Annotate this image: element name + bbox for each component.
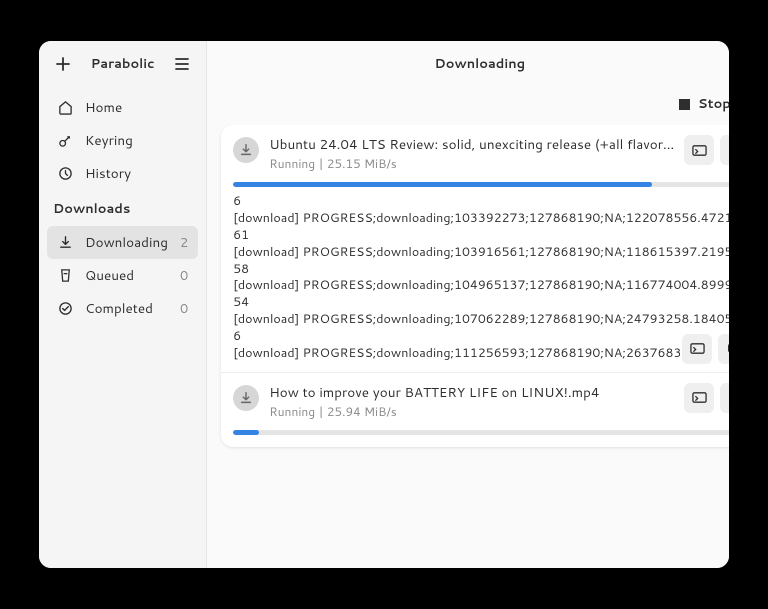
plus-icon [56,57,70,71]
sidebar-item-count: 2 [180,234,188,252]
app-title: Parabolic [85,55,160,73]
log-view-button[interactable] [682,334,712,364]
download-status: Running | 25.94 MiB/s [269,403,674,420]
copy-log-button[interactable] [718,334,729,364]
hamburger-icon [175,58,189,70]
add-button[interactable] [49,50,77,78]
home-icon [57,100,73,116]
app-window: Parabolic Home Keyring [39,41,729,568]
stop-icon [679,99,690,110]
menu-button[interactable] [168,50,196,78]
log-icon [692,390,707,405]
download-info: Ubuntu 24.04 LTS Review: solid, unexciti… [269,135,674,172]
sidebar-header: Parabolic [39,41,206,87]
log-line: 6 [233,193,729,210]
copy-icon [726,342,729,356]
sidebar-item-label: Downloading [85,233,168,252]
sidebar-item-label: Home [85,98,188,117]
main-header: Downloading [207,41,729,87]
download-item: Ubuntu 24.04 LTS Review: solid, unexciti… [221,125,729,372]
download-badge-icon [233,385,259,411]
main-panel: Downloading Stop All [207,41,729,568]
download-title: How to improve your BATTERY LIFE on LINU… [269,383,674,402]
stop-download-button[interactable] [720,135,729,165]
download-badge-icon [233,137,259,163]
sidebar-item-history[interactable]: History [47,157,198,190]
log-icon [692,143,707,158]
sidebar-item-label: Keyring [85,131,188,150]
toggle-log-button[interactable] [684,135,714,165]
log-line: [download] PROGRESS;downloading;10706228… [233,311,729,345]
log-line: [download] PROGRESS;downloading;11125659… [233,345,729,362]
log-icon [690,341,705,356]
sidebar-item-home[interactable]: Home [47,91,198,124]
download-item: How to improve your BATTERY LIFE on LINU… [221,372,729,447]
sidebar-nav-main: Home Keyring History [39,87,206,190]
log-line: [download] PROGRESS;downloading;10339227… [233,210,729,244]
sidebar-item-label: History [85,164,188,183]
queued-icon [57,268,73,284]
history-icon [57,166,73,182]
stop-all-label: Stop All [698,95,729,113]
download-info: How to improve your BATTERY LIFE on LINU… [269,383,674,420]
log-line: [download] PROGRESS;downloading;10496513… [233,277,729,311]
sidebar-item-label: Queued [85,266,168,285]
download-title: Ubuntu 24.04 LTS Review: solid, unexciti… [269,135,674,154]
sidebar-item-count: 0 [180,267,188,285]
page-title: Downloading [217,55,729,73]
sidebar-item-label: Completed [85,299,168,318]
key-icon [57,133,73,149]
download-header: Ubuntu 24.04 LTS Review: solid, unexciti… [233,135,729,172]
toolbar: Stop All [207,87,729,125]
stop-all-button[interactable]: Stop All [673,91,729,117]
sidebar-nav-downloads: Downloading 2 Queued 0 Completed 0 [39,222,206,325]
download-actions [684,383,729,413]
content-area: Ubuntu 24.04 LTS Review: solid, unexciti… [207,125,729,568]
download-list: Ubuntu 24.04 LTS Review: solid, unexciti… [221,125,729,447]
progress-bar [233,430,729,435]
sidebar-item-count: 0 [180,300,188,318]
toggle-log-button[interactable] [684,383,714,413]
sidebar-item-completed[interactable]: Completed 0 [47,292,198,325]
sidebar-item-queued[interactable]: Queued 0 [47,259,198,292]
sidebar-item-downloading[interactable]: Downloading 2 [47,226,198,259]
stop-download-button[interactable] [720,383,729,413]
download-header: How to improve your BATTERY LIFE on LINU… [233,383,729,420]
sidebar: Parabolic Home Keyring [39,41,207,568]
download-status: Running | 25.15 MiB/s [269,155,674,172]
download-icon [57,235,73,251]
log-actions [680,332,729,366]
sidebar-item-keyring[interactable]: Keyring [47,124,198,157]
completed-icon [57,301,73,317]
download-actions [684,135,729,165]
progress-fill [233,430,259,435]
downloads-section-title: Downloads [39,190,206,222]
log-line: [download] PROGRESS;downloading;10391656… [233,244,729,278]
log-panel: 6 [download] PROGRESS;downloading;103392… [233,187,729,372]
